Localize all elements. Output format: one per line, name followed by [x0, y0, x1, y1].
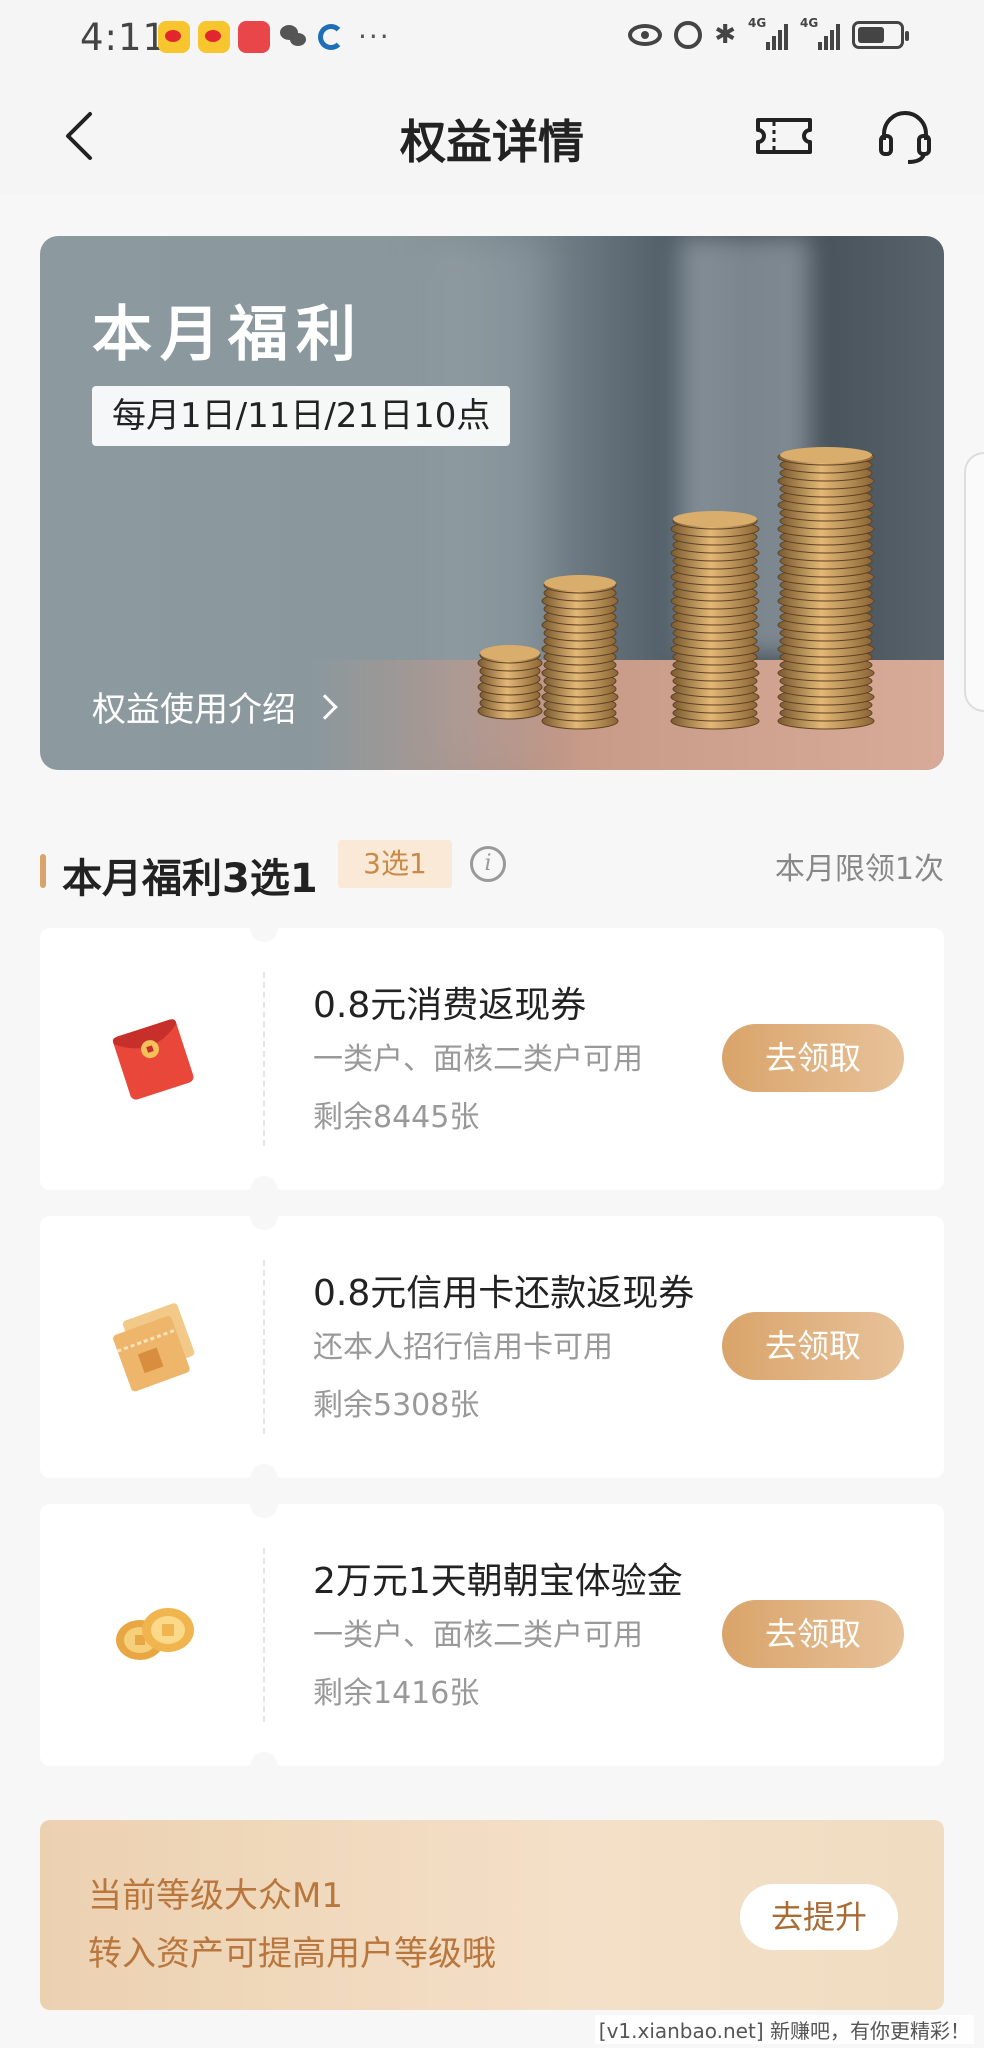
coupon-stock: 剩余1416张	[313, 1676, 480, 1711]
more-notifications-icon: ···	[358, 20, 391, 53]
chevron-right-icon	[312, 693, 338, 720]
ticket-icon	[113, 1303, 195, 1392]
claim-button[interactable]: 去领取	[722, 1312, 904, 1380]
card-divider	[263, 972, 265, 1146]
banner-schedule: 每月1日/11日/21日10点	[92, 386, 511, 446]
customer-service-icon[interactable]	[876, 106, 934, 166]
status-time: 4:11	[80, 16, 168, 59]
section-header: 本月福利3选1 3选1 i 本月限领1次	[40, 840, 944, 902]
upgrade-button[interactable]: 去提升	[740, 1884, 898, 1950]
eye-icon	[628, 24, 663, 46]
coupon-title: 0.8元信用卡还款返现券	[313, 1273, 695, 1314]
wechat-icon	[278, 21, 310, 53]
section-title: 本月福利3选1	[62, 856, 318, 902]
card-divider	[263, 1548, 265, 1722]
status-app-icons: ···	[158, 20, 391, 53]
alarm-icon	[674, 21, 703, 49]
section-accent-bar	[40, 854, 46, 888]
claim-limit: 本月限领1次	[774, 852, 944, 887]
network-label: 4G	[800, 16, 819, 30]
status-indicators: ✱ 4G 4G	[628, 16, 909, 50]
card-divider	[263, 1260, 265, 1434]
cmb-icon	[318, 23, 344, 50]
benefit-intro-link[interactable]: 权益使用介绍	[92, 682, 338, 731]
coupon-title: 0.8元消费返现券	[313, 985, 587, 1026]
signal-icon: 4G	[748, 16, 788, 50]
coupon-desc: 一类户、面核二类户可用	[313, 1618, 643, 1653]
side-handle[interactable]	[964, 452, 984, 712]
network-label: 4G	[748, 16, 767, 30]
watermark: [v1.xianbao.net] 新赚吧，有你更精彩！	[594, 2015, 974, 2044]
battery-icon	[852, 21, 909, 49]
level-tip: 转入资产可提高用户等级哦	[88, 1934, 496, 1974]
section-tag: 3选1	[338, 840, 452, 888]
ticket-icon[interactable]	[754, 108, 814, 164]
coupon-card: 0.8元消费返现券 一类户、面核二类户可用 剩余8445张 去领取	[40, 914, 944, 1204]
benefit-intro-label: 权益使用介绍	[92, 690, 296, 730]
weibo-icon	[158, 20, 190, 53]
claim-button[interactable]: 去领取	[722, 1024, 904, 1092]
coins-icon	[116, 1608, 194, 1660]
content: 本月福利 每月1日/11日/21日10点 权益使用介绍 本月福利3选1 3选1 …	[0, 194, 984, 2048]
banner-title: 本月福利	[92, 300, 364, 370]
red-envelope-icon	[112, 1019, 194, 1100]
page-title: 权益详情	[400, 115, 584, 169]
signal-icon: 4G	[800, 16, 840, 50]
huawei-app-icon	[238, 20, 270, 53]
info-icon[interactable]: i	[470, 846, 506, 882]
claim-button[interactable]: 去领取	[722, 1600, 904, 1668]
current-level: 当前等级大众M1	[88, 1876, 343, 1916]
status-bar: 4:11 ··· ✱ 4G 4G	[0, 0, 984, 78]
coupon-stock: 剩余8445张	[313, 1100, 480, 1135]
bluetooth-icon: ✱	[714, 20, 736, 50]
user-level-banner: 当前等级大众M1 转入资产可提高用户等级哦 去提升	[40, 1820, 944, 2010]
coupon-card: 2万元1天朝朝宝体验金 一类户、面核二类户可用 剩余1416张 去领取	[40, 1490, 944, 1780]
coupon-card: 0.8元信用卡还款返现券 还本人招行信用卡可用 剩余5308张 去领取	[40, 1202, 944, 1492]
coupon-desc: 还本人招行信用卡可用	[313, 1330, 613, 1365]
coupon-stock: 剩余5308张	[313, 1388, 480, 1423]
coupon-desc: 一类户、面核二类户可用	[313, 1042, 643, 1077]
coupon-title: 2万元1天朝朝宝体验金	[313, 1561, 683, 1602]
weibo-icon	[198, 20, 230, 53]
nav-bar: 权益详情	[0, 78, 984, 194]
welfare-banner[interactable]: 本月福利 每月1日/11日/21日10点 权益使用介绍	[40, 236, 944, 770]
